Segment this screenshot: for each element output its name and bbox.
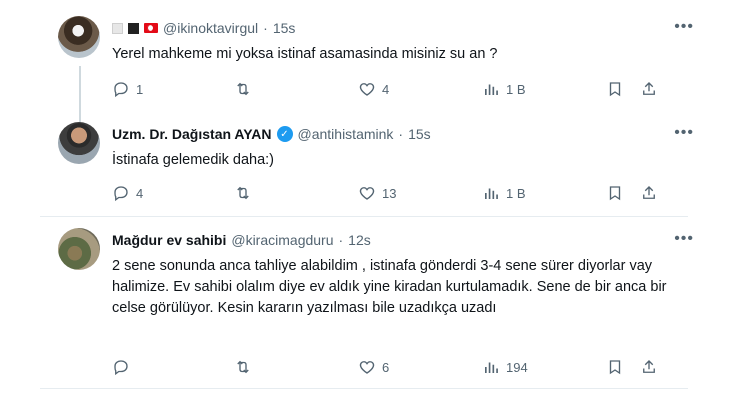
like-count: 6	[382, 359, 390, 375]
divider	[40, 388, 688, 389]
like-button[interactable]: 6	[358, 358, 389, 376]
tweet-header: Uzm. Dr. Dağıstan AYAN ✓ @antihistamink …	[112, 124, 431, 144]
like-count: 13	[382, 185, 397, 201]
avatar[interactable]	[58, 122, 100, 164]
tweet-actions: 1 4 1 B	[112, 80, 702, 100]
like-button[interactable]: 4	[358, 80, 389, 98]
bookmark-icon	[609, 186, 621, 201]
avatar[interactable]	[58, 16, 100, 58]
display-name[interactable]: Uzm. Dr. Dağıstan AYAN	[112, 126, 272, 142]
views-button[interactable]: 194	[482, 358, 528, 376]
bookmark-button[interactable]	[606, 184, 624, 202]
more-icon[interactable]: •••	[674, 230, 694, 248]
timestamp[interactable]: 12s	[348, 232, 371, 248]
views-icon	[485, 188, 498, 199]
share-icon	[643, 186, 655, 199]
verified-badge-icon: ✓	[276, 126, 293, 142]
reply-icon	[114, 82, 128, 98]
tweet-actions: 6 194	[112, 358, 702, 378]
reply-button[interactable]	[112, 358, 136, 376]
views-button[interactable]: 1 B	[482, 184, 526, 202]
reply-count: 1	[136, 81, 144, 97]
views-count: 194	[506, 359, 528, 375]
tweet-1[interactable]: @ikinoktavirgul · 15s ••• Yerel mahkeme …	[40, 10, 700, 110]
tweet-3[interactable]: Mağdur ev sahibi @kiracimagduru · 12s ••…	[40, 222, 700, 390]
retweet-icon	[237, 82, 249, 96]
share-icon	[643, 360, 655, 373]
retweet-button[interactable]	[234, 358, 258, 376]
more-icon[interactable]: •••	[674, 124, 694, 142]
share-button[interactable]	[640, 358, 658, 376]
retweet-icon	[237, 360, 249, 374]
like-count: 4	[382, 81, 390, 97]
user-handle[interactable]: @ikinoktavirgul	[163, 20, 258, 36]
reply-icon	[114, 360, 128, 376]
turkey-flag-emoji-icon	[144, 23, 158, 33]
views-icon	[485, 362, 498, 373]
divider	[40, 216, 688, 217]
views-count: 1 B	[506, 185, 526, 201]
bookmark-icon	[609, 82, 621, 97]
reply-button[interactable]: 1	[112, 80, 143, 98]
reply-button[interactable]: 4	[112, 184, 143, 202]
separator-dot: ·	[338, 232, 344, 248]
separator-dot: ·	[398, 126, 404, 142]
bookmark-button[interactable]	[606, 80, 624, 98]
tweet-header: Mağdur ev sahibi @kiracimagduru · 12s	[112, 230, 371, 250]
tweet-2[interactable]: Uzm. Dr. Dağıstan AYAN ✓ @antihistamink …	[40, 116, 700, 214]
more-icon[interactable]: •••	[674, 18, 694, 36]
like-button[interactable]: 13	[358, 184, 396, 202]
bookmark-icon	[609, 360, 621, 375]
user-handle[interactable]: @kiracimagduru	[231, 232, 333, 248]
share-button[interactable]	[640, 184, 658, 202]
retweet-button[interactable]	[234, 80, 258, 98]
heart-icon	[359, 83, 375, 96]
share-button[interactable]	[640, 80, 658, 98]
heart-icon	[359, 361, 375, 374]
tweet-text: İstinafa gelemedik daha:)	[112, 152, 275, 168]
views-button[interactable]: 1 B	[482, 80, 526, 98]
heart-icon	[359, 187, 375, 200]
views-icon	[485, 84, 498, 95]
user-handle[interactable]: @antihistamink	[298, 126, 394, 142]
timestamp[interactable]: 15s	[408, 126, 431, 142]
views-count: 1 B	[506, 81, 526, 97]
timestamp[interactable]: 15s	[273, 20, 296, 36]
share-icon	[643, 82, 655, 95]
bookmark-button[interactable]	[606, 358, 624, 376]
reply-count: 4	[136, 185, 144, 201]
tweet-actions: 4 13 1 B	[112, 184, 702, 204]
retweet-icon	[237, 186, 249, 200]
tweet-text: 2 sene sonunda anca tahliye alabildim , …	[112, 258, 667, 316]
black-square-emoji-icon	[128, 22, 139, 34]
tweet-header: @ikinoktavirgul · 15s	[112, 18, 295, 38]
separator-dot: ·	[263, 20, 268, 36]
reply-icon	[114, 186, 128, 202]
tweet-text: Yerel mahkeme mi yoksa istinaf asamasind…	[112, 46, 498, 62]
avatar[interactable]	[58, 228, 100, 270]
display-name[interactable]: Mağdur ev sahibi	[112, 232, 226, 248]
white-square-emoji-icon	[112, 22, 123, 34]
retweet-button[interactable]	[234, 184, 258, 202]
